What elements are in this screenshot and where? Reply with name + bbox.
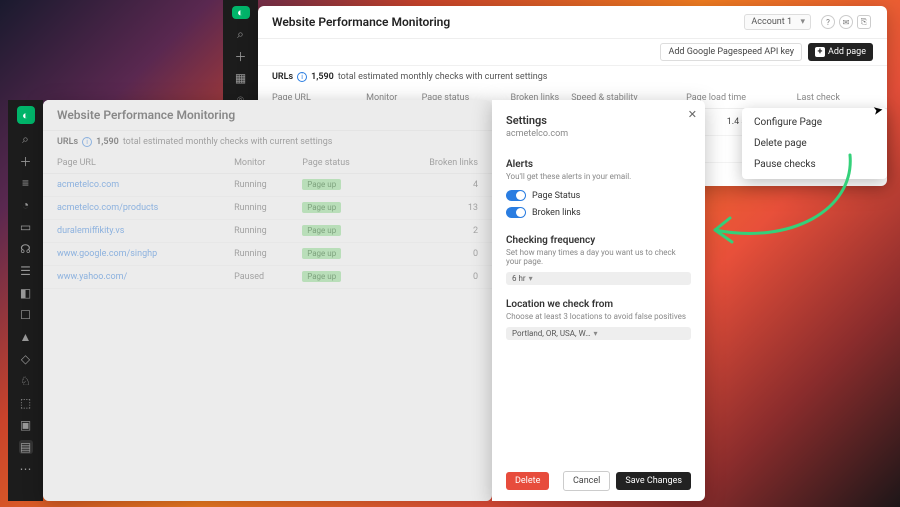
table-row[interactable]: acmetelco.comRunningPage up4 [43, 174, 492, 197]
close-icon[interactable]: ✕ [688, 108, 697, 121]
alerts-heading: Alerts [506, 159, 691, 170]
status-badge: Page up [302, 179, 341, 190]
context-menu: Configure Page Delete page Pause checks [742, 108, 887, 179]
settings-modal: ✕ Settings acmetelco.com Alerts You'll g… [492, 100, 705, 501]
status-badge: Page up [302, 271, 341, 282]
toggle-icon[interactable] [506, 207, 526, 218]
table-row[interactable]: duralemiffikity.vsRunningPage up2 [43, 220, 492, 243]
grid-icon[interactable]: ▦ [234, 71, 248, 85]
nav-icon[interactable]: ⬚ [19, 396, 33, 410]
modal-url: acmetelco.com [506, 129, 691, 139]
add-page-button[interactable]: +Add page [808, 43, 873, 61]
col-page-url: Page URL [43, 153, 228, 174]
nav-icon[interactable]: ☊ [19, 242, 33, 256]
mail-icon[interactable]: ✉ [839, 15, 853, 29]
urls-table-front: Page URL Monitor Page status Broken link… [43, 153, 492, 289]
toggle-broken-links[interactable]: Broken links [506, 207, 691, 218]
page-url-link[interactable]: acmetelco.com [57, 180, 119, 190]
nav-icon[interactable]: ☰ [19, 264, 33, 278]
col-last: Last check [752, 88, 846, 109]
save-button[interactable]: Save Changes [616, 472, 691, 490]
add-icon[interactable]: ＋ [234, 49, 248, 63]
sidebar-front: ◐ ⌕ ＋ ≡ ◔ ▭ ☊ ☰ ◧ ☐ ▲ ◇ ♘ ⬚ ▣ ▤ ⋯ [8, 100, 43, 501]
status-badge: Page up [302, 225, 341, 236]
app-logo: ◐ [17, 106, 35, 124]
freq-select[interactable]: 6 hr▾ [506, 272, 691, 285]
freq-desc: Set how many times a day you want us to … [506, 248, 691, 266]
add-icon[interactable]: ＋ [19, 154, 33, 168]
search-icon[interactable]: ⌕ [234, 27, 248, 41]
nav-icon[interactable]: ▭ [19, 220, 33, 234]
add-api-key-button[interactable]: Add Google Pagespeed API key [660, 43, 801, 61]
nav-icon[interactable]: ◇ [19, 352, 33, 366]
loc-select[interactable]: Portland, OR, USA, W…▾ [506, 327, 691, 340]
sidebar-back: ◐ ⌕ ＋ ▦ ⌾ [223, 0, 258, 100]
app-logo: ◐ [232, 6, 250, 19]
page-url-link[interactable]: acmetelco.com/products [57, 203, 158, 213]
table-row[interactable]: www.yahoo.com/PausedPage up0 [43, 266, 492, 289]
nav-icon[interactable]: ♘ [19, 374, 33, 388]
urls-summary: URLs i 1,590 total estimated monthly che… [43, 131, 492, 153]
nav-icon[interactable]: ◔ [19, 198, 33, 212]
delete-button[interactable]: Delete [506, 472, 549, 490]
page-title: Website Performance Monitoring [272, 15, 744, 29]
page-url-link[interactable]: duralemiffikity.vs [57, 226, 124, 236]
info-icon[interactable]: i [297, 72, 307, 82]
status-badge: Page up [302, 248, 341, 259]
toggle-page-status[interactable]: Page Status [506, 190, 691, 201]
nav-icon[interactable]: ≡ [19, 176, 33, 190]
nav-icon[interactable]: ▣ [19, 418, 33, 432]
col-page-status: Page status [296, 153, 387, 174]
info-icon[interactable]: i [82, 137, 92, 147]
freq-heading: Checking frequency [506, 235, 691, 246]
search-icon[interactable]: ⌕ [19, 132, 33, 146]
nav-icon[interactable]: ◧ [19, 286, 33, 300]
toggle-icon[interactable] [506, 190, 526, 201]
link-icon[interactable]: ⎘ [857, 15, 871, 29]
front-window: Website Performance Monitoring URLs i 1,… [43, 100, 492, 501]
alerts-desc: You'll get these alerts in your email. [506, 172, 691, 181]
ctx-pause-checks[interactable]: Pause checks [742, 154, 887, 175]
page-url-link[interactable]: www.google.com/singhp [57, 249, 157, 259]
nav-icon[interactable]: ▲ [19, 330, 33, 344]
loc-heading: Location we check from [506, 299, 691, 310]
ctx-configure-page[interactable]: Configure Page [742, 112, 887, 133]
table-row[interactable]: www.google.com/singhpRunningPage up0 [43, 243, 492, 266]
table-row[interactable]: acmetelco.com/productsRunningPage up13 [43, 197, 492, 220]
cursor-icon: ➤ [872, 102, 884, 118]
page-title: Website Performance Monitoring [57, 108, 478, 122]
col-monitor: Monitor [228, 153, 296, 174]
page-url-link[interactable]: www.yahoo.com/ [57, 272, 127, 282]
col-broken-links: Broken links [387, 153, 492, 174]
urls-summary: URLs i 1,590 total estimated monthly che… [258, 66, 887, 88]
ctx-delete-page[interactable]: Delete page [742, 133, 887, 154]
modal-title: Settings [506, 114, 691, 127]
status-badge: Page up [302, 202, 341, 213]
account-selector[interactable]: Account 1 [744, 14, 811, 30]
nav-icon[interactable]: ☐ [19, 308, 33, 322]
cancel-button[interactable]: Cancel [563, 471, 610, 491]
nav-icon[interactable]: ⋯ [19, 462, 33, 476]
help-icon[interactable]: ? [821, 15, 835, 29]
plus-icon: + [815, 47, 825, 57]
nav-monitoring-icon[interactable]: ▤ [19, 440, 33, 454]
loc-desc: Choose at least 3 locations to avoid fal… [506, 312, 691, 321]
